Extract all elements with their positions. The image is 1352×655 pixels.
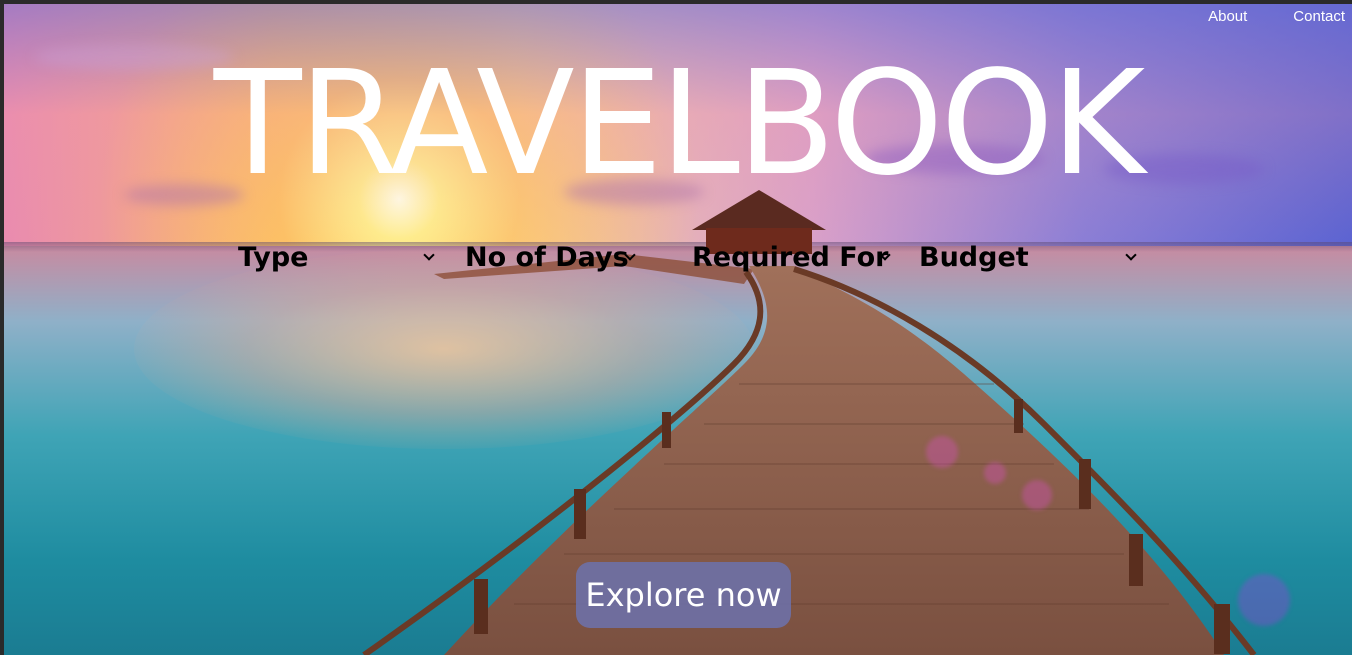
budget-select-label: Budget [919, 242, 1029, 273]
page-frame: About Contact TRAVELBOOK Type No of Days… [4, 4, 1352, 655]
required-for-select-label: Required For [692, 242, 889, 273]
nav-link-contact[interactable]: Contact [1293, 8, 1345, 25]
type-select[interactable]: Type [236, 240, 436, 276]
type-select-label: Type [238, 242, 309, 273]
days-select[interactable]: No of Days [463, 240, 663, 276]
nav-link-about[interactable]: About [1208, 8, 1247, 25]
chevron-down-icon [1125, 249, 1137, 261]
chevron-down-icon [423, 249, 435, 261]
site-title: TRAVELBOOK [213, 39, 1146, 207]
days-select-label: No of Days [465, 242, 629, 273]
top-nav: About Contact [1208, 8, 1345, 25]
required-for-select[interactable]: Required For [690, 240, 891, 276]
budget-select[interactable]: Budget [917, 240, 1139, 276]
explore-now-button[interactable]: Explore now [576, 562, 791, 628]
filter-bar: Type No of Days Required For Budget [236, 240, 1142, 276]
